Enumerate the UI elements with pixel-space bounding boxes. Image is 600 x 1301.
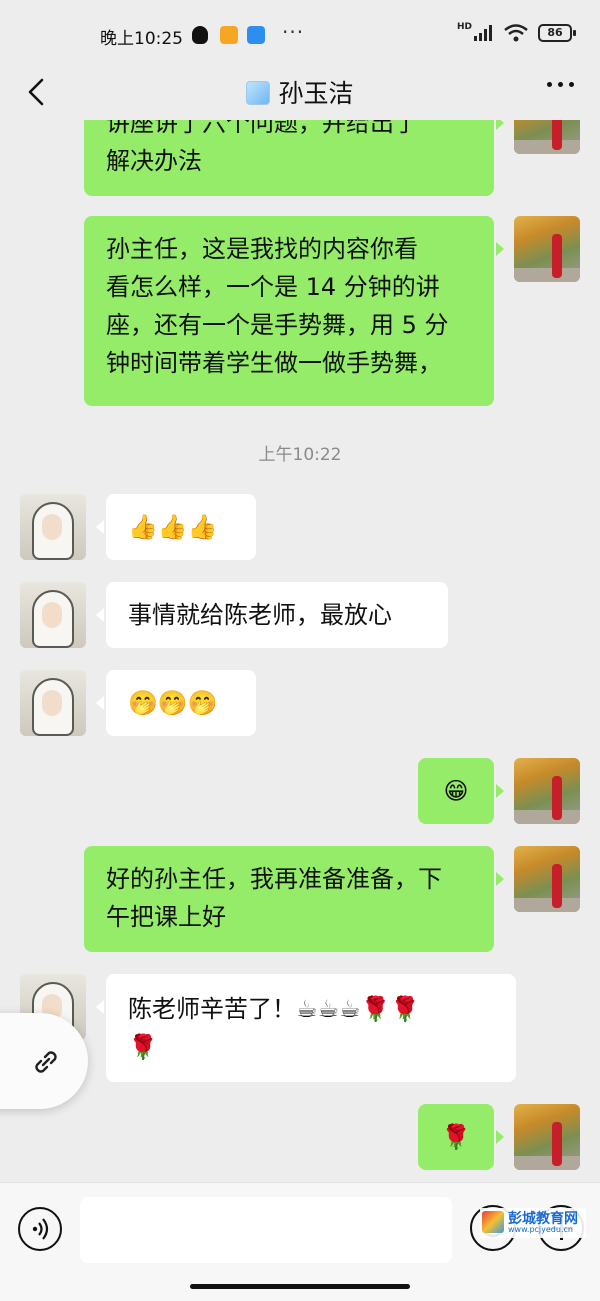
voice-input-button[interactable] <box>18 1207 62 1251</box>
link-icon <box>35 1051 57 1073</box>
message-bubble-sent[interactable]: 好的孙主任，我再准备准备，下 午把课上好 <box>84 846 504 952</box>
message-text: 讲座讲了六个问题，并给出了 <box>106 120 418 137</box>
signal-icon <box>474 25 492 41</box>
status-bar: 晚上10:25 ··· HD 86 <box>0 0 600 64</box>
message-bubble-received[interactable]: 陈老师辛苦了！☕☕☕🌹🌹 🌹 <box>96 974 516 1082</box>
hd-network-label: HD <box>456 22 472 32</box>
message-input[interactable] <box>80 1197 452 1263</box>
my-avatar[interactable] <box>514 758 580 824</box>
my-avatar[interactable] <box>514 216 580 282</box>
message-text: 午把课上好 <box>106 903 226 931</box>
contact-avatar[interactable] <box>20 670 86 736</box>
watermark-url: www.pcjyedu.cn <box>508 1225 573 1234</box>
chat-header: 孙玉洁 <box>0 64 600 120</box>
message-text: 👍👍👍 <box>128 513 218 541</box>
ice-cube-icon <box>246 81 271 105</box>
message-bubble-received[interactable]: 🤭🤭🤭 <box>96 670 256 736</box>
message-text: 陈老师辛苦了！☕☕☕🌹🌹 <box>128 995 421 1023</box>
message-bubble-sent[interactable]: 🌹 <box>418 1104 504 1170</box>
watermark: 彭城教育网 www.pcjyedu.cn <box>480 1208 586 1238</box>
more-options-button[interactable] <box>547 82 574 87</box>
message-text: 🤭🤭🤭 <box>128 689 218 717</box>
message-text: 孙主任，这是我找的内容你看 <box>106 235 418 263</box>
qq-icon <box>192 26 208 44</box>
message-text: 座，还有一个是手势舞，用 5 分 <box>106 311 449 339</box>
chat-title: 孙玉洁 <box>278 79 354 108</box>
voice-icon <box>32 1218 49 1240</box>
notes-app-icon <box>220 26 238 44</box>
message-text: 😁 <box>443 777 469 805</box>
message-text: 🌹 <box>128 1033 158 1061</box>
message-bubble-received[interactable]: 👍👍👍 <box>96 494 256 560</box>
message-text: 🌹 <box>441 1123 471 1151</box>
my-avatar[interactable] <box>514 120 580 154</box>
dot-icon <box>547 82 552 87</box>
home-indicator[interactable] <box>190 1284 410 1289</box>
message-text: 解决办法 <box>106 147 202 175</box>
status-time: 晚上10:25 <box>100 29 183 49</box>
message-bubble-sent[interactable]: 讲座讲了六个问题，并给出了 解决办法 <box>84 120 504 196</box>
message-text: 看怎么样，一个是 14 分钟的讲 <box>106 273 440 301</box>
message-text: 钟时间带着学生做一做手势舞， <box>106 349 442 377</box>
contact-avatar[interactable] <box>20 494 86 560</box>
message-timestamp: 上午10:22 <box>258 445 342 465</box>
status-indicators: HD 86 <box>456 22 576 42</box>
chat-title-wrap: 孙玉洁 <box>0 74 600 110</box>
status-more-icon: ··· <box>282 20 305 44</box>
message-text: 好的孙主任，我再准备准备，下 <box>106 865 442 893</box>
message-text: 事情就给陈老师，最放心 <box>128 601 392 629</box>
my-avatar[interactable] <box>514 846 580 912</box>
send-app-icon <box>247 26 265 44</box>
message-bubble-sent[interactable]: 😁 <box>418 758 504 824</box>
wifi-icon <box>504 24 528 42</box>
message-bubble-received[interactable]: 事情就给陈老师，最放心 <box>96 582 448 648</box>
dot-icon <box>569 82 574 87</box>
contact-avatar[interactable] <box>20 582 86 648</box>
dot-icon <box>558 82 563 87</box>
my-avatar[interactable] <box>514 1104 580 1170</box>
message-list[interactable]: 讲座讲了六个问题，并给出了 解决办法 孙主任，这是我找的内容你看 看怎么样，一个… <box>0 120 600 1180</box>
battery-icon: 86 <box>538 24 576 42</box>
watermark-logo-icon <box>482 1211 504 1233</box>
message-bubble-sent[interactable]: 孙主任，这是我找的内容你看 看怎么样，一个是 14 分钟的讲 座，还有一个是手势… <box>84 216 504 406</box>
